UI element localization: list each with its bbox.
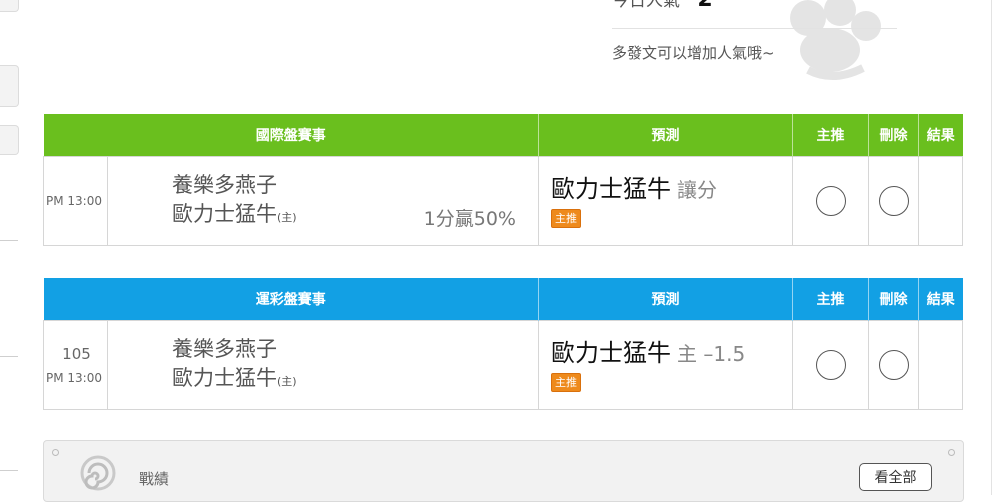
table-row: 105 PM 13:00 養樂多燕子 歐力士猛牛(主) 歐力士猛牛主 –1.5 … [43,320,963,410]
international-predictions-table: 國際盤賽事 預測 主推 刪除 結果 PM 13:00 養樂多燕子 歐力士猛牛(主… [43,114,963,246]
prediction-cell: 歐力士猛牛主 –1.5 主推 [538,320,793,410]
popularity-hint: 多發文可以增加人氣哦~ [612,44,775,62]
result-cell [918,320,963,410]
match-time-text: PM 13:00 [46,194,102,208]
table-row: PM 13:00 養樂多燕子 歐力士猛牛(主) 1分贏50% 歐力士猛牛 讓分 主… [43,156,963,246]
match-teams: 養樂多燕子 歐力士猛牛(主) 1分贏50% [107,156,539,246]
main-pick-radio[interactable] [815,350,846,380]
prediction-cell: 歐力士猛牛 讓分 主推 [538,156,793,246]
match-time-text: PM 13:00 [46,371,102,385]
popularity-divider [612,28,897,29]
table-header-row: 國際盤賽事 預測 主推 刪除 結果 [43,114,963,157]
home-team: 歐力士猛牛 [172,201,277,226]
page-right-border [991,0,992,495]
header-result: 結果 [918,114,963,157]
header-match: 運彩盤賽事 [43,278,539,321]
sports-lottery-predictions-table: 運彩盤賽事 預測 主推 刪除 結果 105 PM 13:00 養樂多燕子 歐力士… [43,278,963,410]
home-marker: (主) [277,210,297,224]
spiral-icon [80,455,116,491]
main-pick-radio[interactable] [815,186,846,216]
away-team: 養樂多燕子 [172,172,277,197]
header-delete: 刪除 [868,114,919,157]
pin-icon [948,449,955,456]
result-cell [918,156,963,246]
prediction-type: 主 –1.5 [677,342,746,366]
prediction-type: 讓分 [677,178,717,202]
match-time: 105 PM 13:00 [43,320,108,410]
game-number: 105 [62,345,91,363]
table-header-row: 運彩盤賽事 預測 主推 刪除 結果 [43,278,963,321]
sidebar-divider [0,356,18,357]
sidebar-tab[interactable] [0,125,19,155]
main-pick-cell [792,156,869,246]
mascot-watermark-icon [790,0,881,80]
record-section: 戰績 看全部 [43,440,964,502]
prediction-line: 歐力士猛牛主 –1.5 [539,338,792,369]
home-team-line: 歐力士猛牛(主) [108,364,538,396]
home-team: 歐力士猛牛 [172,365,277,390]
header-result: 結果 [918,278,963,321]
sidebar-divider [0,240,18,241]
left-sidebar-edge [0,0,19,495]
delete-radio[interactable] [878,350,909,380]
match-teams: 養樂多燕子 歐力士猛牛(主) [107,320,539,410]
header-main-pick: 主推 [792,278,869,321]
delete-radio[interactable] [878,186,909,216]
main-pick-badge: 主推 [551,373,581,392]
sidebar-divider [0,470,18,471]
match-time: PM 13:00 [43,156,108,246]
header-prediction: 預測 [538,278,793,321]
header-prediction: 預測 [538,114,793,157]
popularity-today: 今日人氣 2 [612,0,713,12]
record-title: 戰績 [139,470,170,488]
prediction-team: 歐力士猛牛 [551,175,671,203]
main-pick-cell [792,320,869,410]
popularity-panel: 今日人氣 2 多發文可以增加人氣哦~ [610,0,910,90]
sidebar-tab[interactable] [0,0,19,12]
match-odds: 1分贏50% [423,208,516,230]
delete-cell [868,156,919,246]
prediction-line: 歐力士猛牛 讓分 [539,174,792,205]
pin-icon [52,449,59,456]
view-all-button[interactable]: 看全部 [859,463,932,491]
sidebar-tab[interactable] [0,65,19,107]
header-delete: 刪除 [868,278,919,321]
delete-cell [868,320,919,410]
home-marker: (主) [277,374,297,388]
popularity-label: 今日人氣 [612,0,680,11]
popularity-count: 2 [697,0,712,12]
header-main-pick: 主推 [792,114,869,157]
main-pick-badge: 主推 [551,209,581,228]
prediction-team: 歐力士猛牛 [551,339,671,367]
away-team: 養樂多燕子 [172,336,277,361]
header-match: 國際盤賽事 [43,114,539,157]
